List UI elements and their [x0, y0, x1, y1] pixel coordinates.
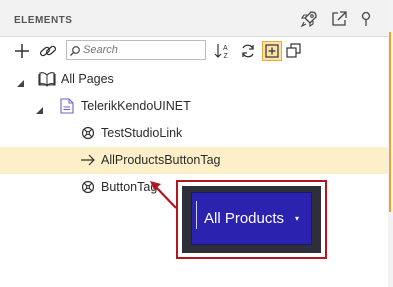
- all-products-label: All Products: [204, 210, 285, 227]
- search-input[interactable]: [83, 42, 201, 58]
- page-icon: [60, 98, 76, 114]
- svg-text:Z: Z: [224, 53, 229, 60]
- search-field[interactable]: [66, 40, 206, 60]
- tree-item-label: All Pages: [61, 72, 114, 86]
- external-link-icon[interactable]: [329, 9, 349, 29]
- crosshair-icon: [80, 125, 96, 141]
- text-cursor: [196, 201, 197, 229]
- tree-item-label: ButtonTag: [101, 180, 158, 194]
- arrow-right-icon: [80, 152, 96, 168]
- all-products-button[interactable]: All Products ▾: [191, 192, 312, 245]
- copy-icon[interactable]: [284, 41, 304, 61]
- tree-item-label: TestStudioLink: [101, 126, 183, 140]
- rocket-icon[interactable]: [299, 9, 319, 29]
- element-preview-callout: All Products ▾: [176, 180, 327, 259]
- adjacent-panel-edge: [388, 0, 393, 287]
- search-icon: [69, 44, 81, 56]
- tree-item-element[interactable]: TestStudioLink: [0, 120, 388, 147]
- tree-item-page[interactable]: TelerikKendoUINET: [0, 93, 388, 120]
- panel-title: ELEMENTS: [14, 15, 73, 26]
- tree-item-label: AllProductsButtonTag: [101, 153, 221, 167]
- elements-toolbar: A Z: [0, 37, 388, 65]
- link-icon[interactable]: [38, 41, 58, 61]
- refresh-icon[interactable]: [238, 41, 258, 61]
- crosshair-icon: [80, 179, 96, 195]
- sort-az-icon[interactable]: A Z: [213, 41, 233, 61]
- add-element-icon[interactable]: [262, 41, 282, 61]
- tree-item-all-pages[interactable]: All Pages: [0, 66, 388, 93]
- expanded-triangle-icon[interactable]: [17, 75, 25, 87]
- pin-icon[interactable]: [356, 9, 376, 29]
- tree-item-element-selected[interactable]: AllProductsButtonTag: [0, 147, 388, 174]
- tree-item-label: TelerikKendoUINET: [81, 99, 191, 113]
- add-icon[interactable]: [12, 41, 32, 61]
- accent-line: [389, 32, 391, 212]
- book-icon: [38, 71, 56, 87]
- caret-down-icon: ▾: [295, 214, 300, 223]
- element-preview-frame: All Products ▾: [182, 186, 321, 253]
- expanded-triangle-icon[interactable]: [36, 102, 44, 114]
- svg-text:A: A: [223, 45, 228, 52]
- panel-header: ELEMENTS: [0, 0, 388, 37]
